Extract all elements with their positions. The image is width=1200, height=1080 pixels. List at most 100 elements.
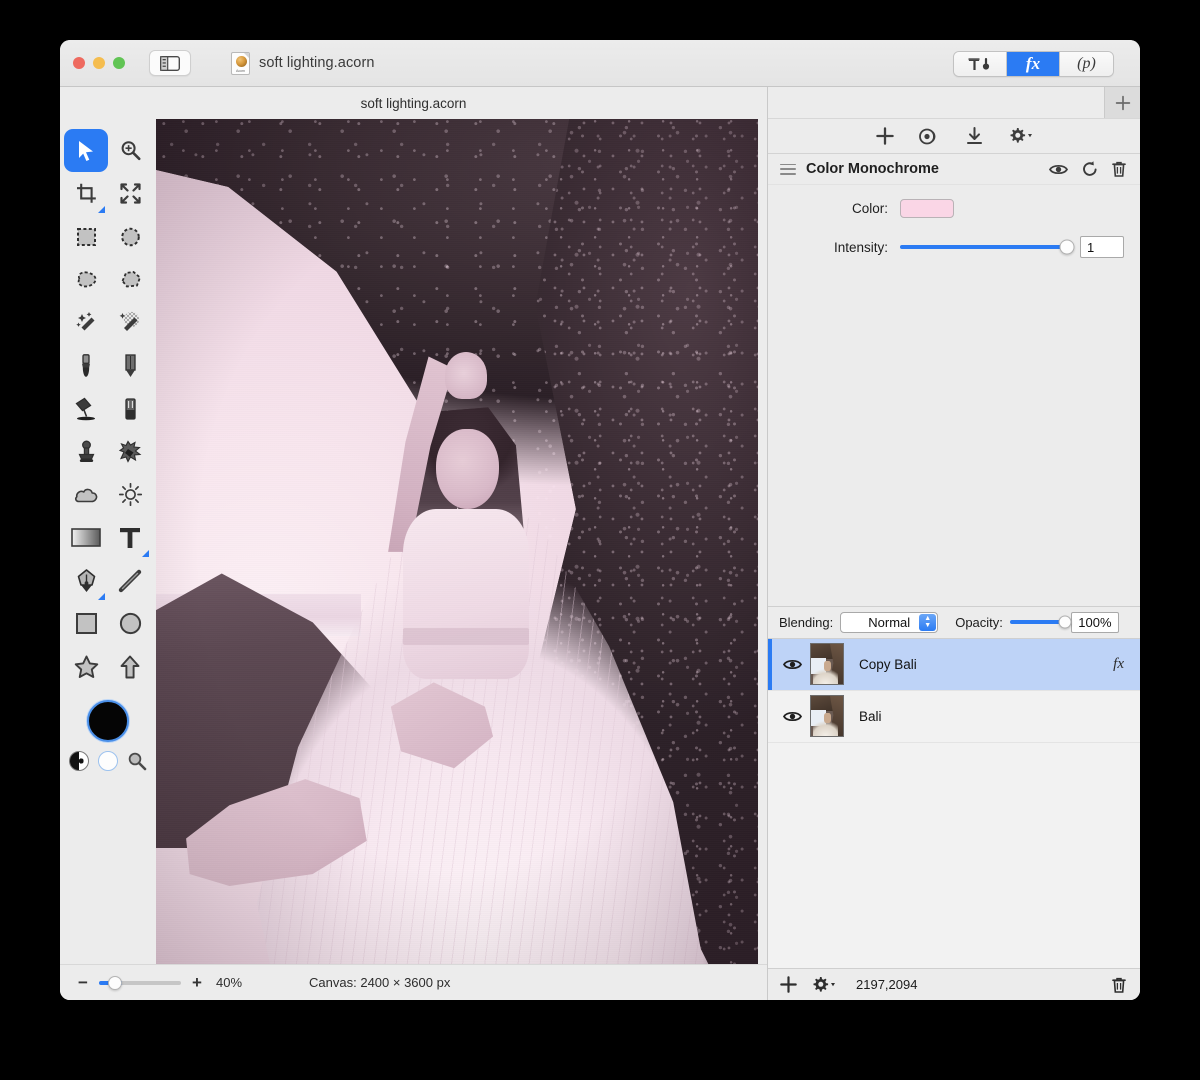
zoom-slider-thumb[interactable] bbox=[108, 975, 123, 990]
dodge-burn-tool[interactable] bbox=[108, 473, 152, 516]
opacity-slider[interactable] bbox=[1009, 615, 1072, 629]
eye-icon bbox=[782, 711, 802, 721]
delete-layer-button[interactable] bbox=[1112, 977, 1126, 993]
clone-stamp-tool[interactable] bbox=[64, 430, 108, 473]
polygon-select-tool[interactable] bbox=[108, 258, 152, 301]
intensity-slider-thumb[interactable] bbox=[1059, 239, 1075, 255]
smudge-tool[interactable] bbox=[108, 430, 152, 473]
filter-color-swatch[interactable] bbox=[900, 199, 954, 218]
blending-mode-select[interactable]: Normal ▲ ▼ bbox=[840, 611, 939, 633]
layer-fx-badge[interactable]: fx bbox=[1113, 656, 1124, 673]
tool-row bbox=[60, 172, 156, 215]
canvas-size-label: Canvas: 2400 × 3600 px bbox=[309, 975, 451, 990]
gradient-tool[interactable] bbox=[64, 516, 108, 559]
filter-settings-menu[interactable] bbox=[1008, 127, 1033, 145]
image-canvas-area[interactable] bbox=[156, 119, 767, 964]
layer-visibility-toggle[interactable] bbox=[774, 710, 810, 723]
color-swatch-row bbox=[69, 751, 147, 771]
black-white-circle-icon[interactable] bbox=[69, 751, 89, 771]
opacity-value-field[interactable]: 100% bbox=[1070, 611, 1119, 633]
crop-icon bbox=[76, 183, 96, 203]
window-body: soft lighting.acorn − + 40% Canvas: 2400… bbox=[60, 87, 1140, 1000]
line-tool[interactable] bbox=[108, 559, 152, 602]
zoom-in-button[interactable]: + bbox=[190, 973, 204, 993]
smudge-splat-icon bbox=[118, 440, 142, 463]
layer-visibility-toggle[interactable] bbox=[774, 658, 810, 671]
document-image[interactable] bbox=[156, 119, 758, 964]
eye-icon[interactable] bbox=[1049, 163, 1068, 176]
filter-intensity-field[interactable]: 1 bbox=[1080, 236, 1124, 258]
magnifier-plus-icon bbox=[121, 141, 140, 161]
paint-brush-icon bbox=[82, 353, 90, 377]
add-layer-button[interactable] bbox=[780, 976, 797, 993]
arrows-expand-icon bbox=[119, 183, 141, 204]
table-row[interactable]: Bali bbox=[768, 691, 1140, 743]
add-tab-button[interactable] bbox=[1104, 87, 1140, 118]
gear-dropdown-icon bbox=[1010, 128, 1032, 143]
add-filter-button[interactable] bbox=[875, 127, 894, 145]
zoom-tool[interactable] bbox=[108, 129, 152, 172]
filter-intensity-slider[interactable] bbox=[900, 239, 1075, 255]
move-tool[interactable] bbox=[64, 129, 108, 172]
trash-icon[interactable] bbox=[1112, 161, 1126, 177]
zoom-out-button[interactable]: − bbox=[76, 973, 90, 993]
white-circle-icon[interactable] bbox=[98, 751, 118, 771]
pencil-icon bbox=[124, 353, 136, 377]
blur-tool[interactable] bbox=[64, 473, 108, 516]
eraser-icon bbox=[124, 397, 136, 420]
minimize-window-button[interactable] bbox=[93, 57, 105, 69]
foreground-color-well[interactable] bbox=[87, 700, 129, 742]
sidebar-toggle-button[interactable] bbox=[149, 50, 191, 76]
rectangle-shape-tool[interactable] bbox=[64, 602, 108, 645]
text-tool[interactable] bbox=[108, 516, 152, 559]
table-row[interactable]: Copy Bali fx bbox=[768, 638, 1140, 691]
paint-bucket-tool[interactable] bbox=[64, 387, 108, 430]
inspector-mode-segmented-control[interactable]: fx (p) bbox=[953, 51, 1114, 77]
magnifier-icon[interactable] bbox=[127, 751, 147, 771]
arrow-up-shape-icon bbox=[120, 655, 140, 678]
drag-handle-icon[interactable] bbox=[780, 163, 796, 175]
reset-arrow-icon[interactable] bbox=[1082, 161, 1098, 177]
zoom-slider[interactable] bbox=[99, 975, 181, 990]
zoom-window-button[interactable] bbox=[113, 57, 125, 69]
tool-row bbox=[60, 258, 156, 301]
bezier-pen-tool[interactable] bbox=[64, 559, 108, 602]
chevron-updown-icon[interactable]: ▲ ▼ bbox=[919, 613, 937, 631]
marquee-ellipse-icon bbox=[120, 227, 140, 246]
elliptical-select-tool[interactable] bbox=[108, 215, 152, 258]
download-preset-button[interactable] bbox=[966, 127, 983, 145]
star-shape-tool[interactable] bbox=[64, 645, 108, 688]
tab-presets-label: (p) bbox=[1077, 55, 1096, 72]
brush-tool[interactable] bbox=[64, 344, 108, 387]
tool-row bbox=[60, 473, 156, 516]
document-title: soft lighting.acorn bbox=[259, 55, 375, 71]
arrow-shape-tool[interactable] bbox=[108, 645, 152, 688]
tab-presets[interactable]: (p) bbox=[1060, 52, 1113, 76]
filter-mask-button[interactable] bbox=[918, 128, 941, 145]
opacity-slider-thumb[interactable] bbox=[1058, 615, 1072, 629]
star-shape-icon bbox=[74, 655, 98, 678]
filter-color-row: Color: bbox=[768, 199, 1140, 218]
crop-tool[interactable] bbox=[64, 172, 108, 215]
transform-tool[interactable] bbox=[108, 172, 152, 215]
layer-name: Bali bbox=[859, 708, 882, 724]
tab-tools[interactable] bbox=[954, 52, 1007, 76]
circle-shape-icon bbox=[119, 612, 141, 635]
layer-settings-menu[interactable] bbox=[811, 976, 836, 994]
line-diagonal-icon bbox=[118, 569, 142, 592]
magic-wand-icon bbox=[75, 312, 94, 331]
eraser-tool[interactable] bbox=[108, 387, 152, 430]
lasso-select-tool[interactable] bbox=[64, 258, 108, 301]
pointer-coordinates: 2197,2094 bbox=[856, 977, 918, 992]
opacity-label: Opacity: bbox=[955, 614, 1003, 630]
ellipse-shape-tool[interactable] bbox=[108, 602, 152, 645]
rectangular-select-tool[interactable] bbox=[64, 215, 108, 258]
magic-wand-tool[interactable] bbox=[64, 301, 108, 344]
close-window-button[interactable] bbox=[73, 57, 85, 69]
layer-thumbnail bbox=[810, 643, 844, 685]
tab-filters[interactable]: fx bbox=[1007, 52, 1060, 76]
tool-row bbox=[60, 387, 156, 430]
blending-label: Blending: bbox=[779, 614, 834, 630]
pencil-tool[interactable] bbox=[108, 344, 152, 387]
instant-alpha-tool[interactable] bbox=[108, 301, 152, 344]
